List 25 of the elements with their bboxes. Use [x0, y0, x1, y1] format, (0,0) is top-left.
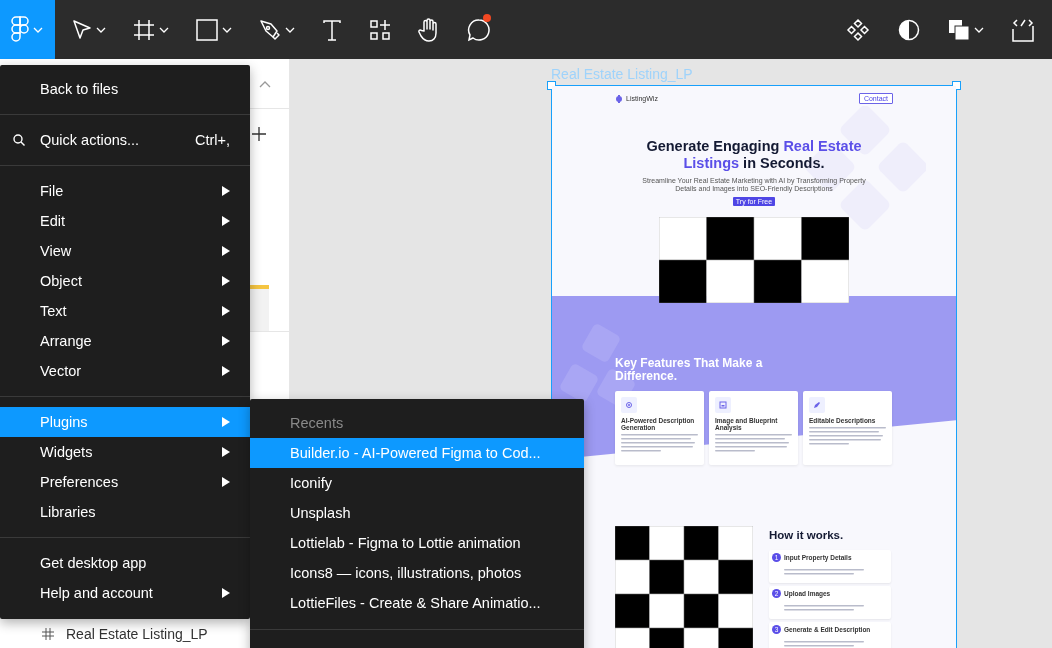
menu-item[interactable]: Help and account [0, 578, 250, 608]
menu-item[interactable]: Widgets [0, 437, 250, 467]
menu-item[interactable]: Object [0, 266, 250, 296]
menu-header: Recents [289, 414, 345, 433]
menu-item[interactable]: Edit [0, 206, 250, 236]
menu-item[interactable]: LottieFiles - Create & Share Animatio... [250, 588, 584, 618]
menu-item[interactable]: Preferences [0, 467, 250, 497]
menu-item[interactable]: Icons8 — icons, illustrations, photos [250, 558, 584, 588]
menu-item[interactable]: Back to files [0, 74, 250, 104]
section-title: How it works. [769, 529, 845, 541]
menu-item[interactable]: Quick actions... Ctrl+, [0, 125, 250, 155]
shortcut-label: Ctrl+, [194, 132, 230, 148]
menu-item[interactable]: Unsplash [250, 498, 584, 528]
menu-item[interactable]: Text [0, 296, 250, 326]
layer-name[interactable]: Real Estate Listing_LP [66, 626, 208, 642]
menu-item[interactable]: Vector [0, 356, 250, 386]
headline: Generate Engaging Real Estate Listings in Seconds. [645, 138, 863, 172]
menu-item[interactable]: View [0, 236, 250, 266]
menu-item[interactable]: Get desktop app [0, 548, 250, 578]
menu-item[interactable]: File [0, 176, 250, 206]
menu-item[interactable]: Arrange [0, 326, 250, 356]
menu-item[interactable]: Lottielab - Figma to Lottie animation [250, 528, 584, 558]
menu-item[interactable]: Libraries [0, 497, 250, 527]
section-title: Key Features That Make a Difference. [615, 357, 764, 383]
menu-item[interactable]: Iconify [250, 468, 584, 498]
